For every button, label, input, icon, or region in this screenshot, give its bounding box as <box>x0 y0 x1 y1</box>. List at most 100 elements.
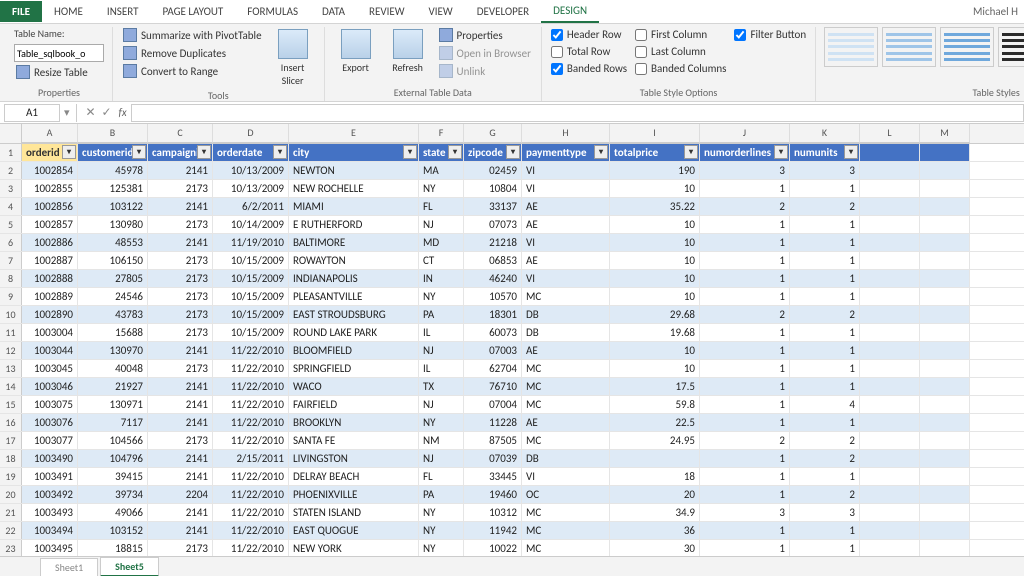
table-cell[interactable]: 87505 <box>464 432 522 449</box>
table-cell[interactable]: 1002855 <box>22 180 78 197</box>
header-row-check[interactable]: Header Row <box>550 27 628 42</box>
table-cell[interactable] <box>860 414 920 431</box>
table-cell[interactable]: BLOOMFIELD <box>289 342 419 359</box>
table-cell[interactable]: MC <box>522 432 610 449</box>
table-cell[interactable]: 103122 <box>78 198 148 215</box>
last-column-check[interactable]: Last Column <box>634 44 727 59</box>
filter-button[interactable]: ▾ <box>774 145 788 159</box>
table-cell[interactable]: SANTA FE <box>289 432 419 449</box>
table-cell[interactable]: 1 <box>700 288 790 305</box>
table-cell[interactable] <box>920 522 970 539</box>
table-cell[interactable]: FAIRFIELD <box>289 396 419 413</box>
table-cell[interactable]: 11/22/2010 <box>213 378 289 395</box>
col-header-E[interactable]: E <box>289 124 419 143</box>
table-cell[interactable] <box>860 450 920 467</box>
table-cell[interactable]: 1 <box>790 270 860 287</box>
filter-button[interactable]: ▾ <box>62 145 76 159</box>
table-cell[interactable] <box>860 216 920 233</box>
table-cell[interactable]: 11/22/2010 <box>213 486 289 503</box>
table-cell[interactable]: 1 <box>700 324 790 341</box>
sheet-tab-sheet5[interactable]: Sheet5 <box>100 557 159 576</box>
table-cell[interactable]: 10312 <box>464 504 522 521</box>
table-cell[interactable]: 3 <box>700 504 790 521</box>
row-header[interactable]: 9 <box>0 288 22 305</box>
table-cell[interactable]: 2141 <box>148 522 213 539</box>
table-cell[interactable]: DB <box>522 324 610 341</box>
tab-insert[interactable]: INSERT <box>95 1 151 22</box>
filter-button[interactable]: ▾ <box>273 145 287 159</box>
table-cell[interactable]: AE <box>522 216 610 233</box>
table-cell[interactable]: 11/22/2010 <box>213 522 289 539</box>
table-cell[interactable]: 1 <box>790 342 860 359</box>
table-cell[interactable]: VI <box>522 162 610 179</box>
fx-icon[interactable]: fx <box>115 106 131 119</box>
table-cell[interactable] <box>920 378 970 395</box>
table-cell[interactable]: NY <box>419 180 464 197</box>
table-cell[interactable] <box>860 270 920 287</box>
table-cell[interactable]: 59.8 <box>610 396 700 413</box>
table-cell[interactable]: 1003004 <box>22 324 78 341</box>
table-cell[interactable]: 40048 <box>78 360 148 377</box>
table-cell[interactable]: 19460 <box>464 486 522 503</box>
name-box[interactable]: A1 <box>4 104 60 122</box>
ext-properties-button[interactable]: Properties <box>437 27 533 43</box>
table-cell[interactable] <box>920 432 970 449</box>
table-cell[interactable]: MIAMI <box>289 198 419 215</box>
table-cell[interactable] <box>860 324 920 341</box>
table-cell[interactable]: 2141 <box>148 162 213 179</box>
table-cell[interactable] <box>920 252 970 269</box>
table-cell[interactable]: 1003046 <box>22 378 78 395</box>
table-cell[interactable]: 1 <box>700 270 790 287</box>
table-cell[interactable]: 33445 <box>464 468 522 485</box>
table-cell[interactable]: 24.95 <box>610 432 700 449</box>
table-cell[interactable]: 29.68 <box>610 306 700 323</box>
table-cell[interactable]: MD <box>419 234 464 251</box>
table-cell[interactable]: BROOKLYN <box>289 414 419 431</box>
summarize-pivot-button[interactable]: Summarize with PivotTable <box>121 27 264 43</box>
table-cell[interactable]: NY <box>419 288 464 305</box>
table-cell[interactable]: 10/15/2009 <box>213 288 289 305</box>
table-cell[interactable] <box>860 180 920 197</box>
table-cell[interactable]: 6/2/2011 <box>213 198 289 215</box>
table-cell[interactable]: 39415 <box>78 468 148 485</box>
table-cell[interactable]: 125381 <box>78 180 148 197</box>
table-header-cell[interactable]: numorderlines▾ <box>700 144 790 161</box>
table-cell[interactable]: 11/19/2010 <box>213 234 289 251</box>
row-header[interactable]: 11 <box>0 324 22 341</box>
table-cell[interactable]: VI <box>522 180 610 197</box>
table-cell[interactable] <box>860 252 920 269</box>
table-cell[interactable]: 2141 <box>148 234 213 251</box>
cancel-formula-button[interactable]: ✕ <box>83 105 99 120</box>
table-cell[interactable]: 1002886 <box>22 234 78 251</box>
table-cell[interactable]: 07073 <box>464 216 522 233</box>
table-cell[interactable]: AE <box>522 414 610 431</box>
table-cell[interactable]: PHOENIXVILLE <box>289 486 419 503</box>
table-cell[interactable]: NEWTON <box>289 162 419 179</box>
col-header-I[interactable]: I <box>610 124 700 143</box>
table-cell[interactable]: AE <box>522 198 610 215</box>
table-cell[interactable]: 3 <box>790 162 860 179</box>
table-cell[interactable]: 1 <box>700 216 790 233</box>
table-header-cell[interactable]: state▾ <box>419 144 464 161</box>
table-cell[interactable]: 11942 <box>464 522 522 539</box>
table-cell[interactable]: 11228 <box>464 414 522 431</box>
col-header-J[interactable]: J <box>700 124 790 143</box>
table-cell[interactable]: ROWAYTON <box>289 252 419 269</box>
tab-data[interactable]: DATA <box>310 1 357 22</box>
table-cell[interactable]: NJ <box>419 216 464 233</box>
col-header-F[interactable]: F <box>419 124 464 143</box>
table-cell[interactable]: 2173 <box>148 324 213 341</box>
table-cell[interactable]: 1002888 <box>22 270 78 287</box>
table-cell[interactable]: 1 <box>700 234 790 251</box>
table-header-cell[interactable]: totalprice▾ <box>610 144 700 161</box>
table-cell[interactable]: NY <box>419 522 464 539</box>
table-cell[interactable]: 22.5 <box>610 414 700 431</box>
table-cell[interactable]: VI <box>522 234 610 251</box>
table-cell[interactable] <box>860 468 920 485</box>
table-cell[interactable]: 1 <box>790 378 860 395</box>
table-cell[interactable]: 1003077 <box>22 432 78 449</box>
row-header[interactable]: 6 <box>0 234 22 251</box>
table-cell[interactable] <box>920 270 970 287</box>
table-cell[interactable]: 106150 <box>78 252 148 269</box>
table-cell[interactable] <box>920 324 970 341</box>
